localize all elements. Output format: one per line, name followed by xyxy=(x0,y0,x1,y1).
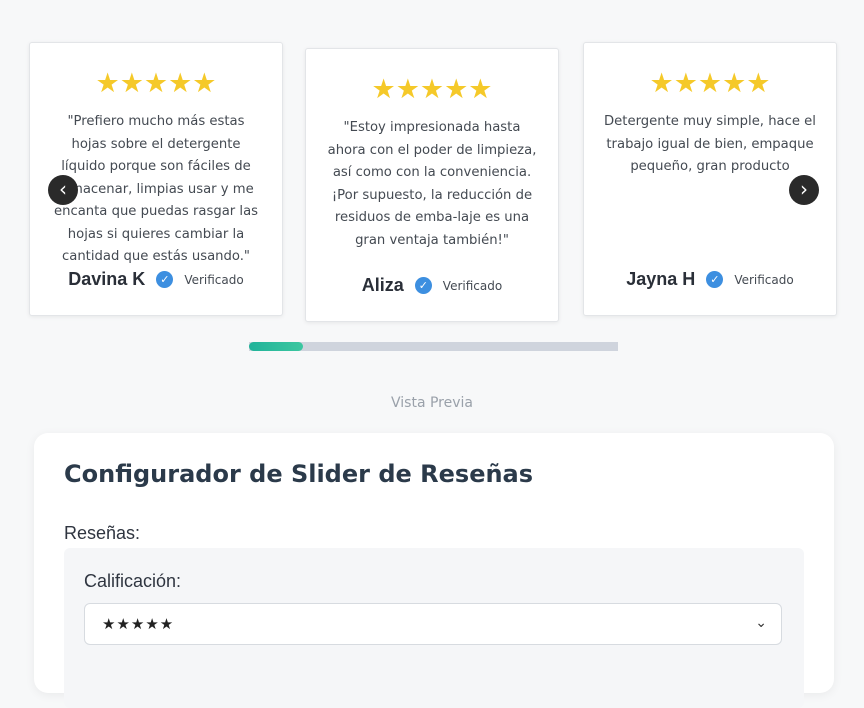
verified-check-icon: ✓ xyxy=(156,271,174,288)
review-card: ★★★★★ "Estoy impresionada hasta ahora co… xyxy=(305,48,559,322)
author-name: Aliza xyxy=(361,275,404,295)
author-name: Davina K xyxy=(68,269,146,289)
review-text: Detergente muy simple, hace el trabajo i… xyxy=(604,114,816,174)
slider-progress-fill xyxy=(249,342,303,351)
author-name: Jayna H xyxy=(626,269,696,289)
review-text: "Estoy impresionada hasta ahora con el p… xyxy=(327,120,537,248)
chevron-down-icon: ⌄ xyxy=(755,615,767,631)
rating-select[interactable]: ★★★★★ ⌄ xyxy=(84,603,782,645)
review-author: Davina K ✓ Verificado xyxy=(30,269,282,290)
star-rating: ★★★★★ xyxy=(95,68,217,99)
config-title: Configurador de Slider de Reseñas xyxy=(64,460,534,488)
next-arrow-icon[interactable]: › xyxy=(789,175,819,205)
review-author: Jayna H ✓ Verificado xyxy=(584,269,836,290)
rating-label: Calificación: xyxy=(84,571,182,591)
preview-label: Vista Previa xyxy=(391,395,473,411)
review-author: Aliza ✓ Verificado xyxy=(306,275,558,296)
review-text: "Prefiero mucho más estas hojas sobre el… xyxy=(53,114,259,264)
review-editor: Calificación: ★★★★★ ⌄ xyxy=(64,548,804,708)
reviews-label: Reseñas: xyxy=(64,523,141,543)
rating-select-value: ★★★★★ xyxy=(102,615,175,633)
verified-check-icon: ✓ xyxy=(414,277,432,294)
verified-label: Verificado xyxy=(442,278,503,293)
slider-progress-track xyxy=(249,342,618,351)
star-rating: ★★★★★ xyxy=(371,74,493,105)
verified-check-icon: ✓ xyxy=(706,271,724,288)
star-rating: ★★★★★ xyxy=(649,68,771,99)
prev-arrow-icon[interactable]: ‹ xyxy=(48,175,78,205)
verified-label: Verificado xyxy=(734,272,794,287)
config-panel: Configurador de Slider de Reseñas Reseña… xyxy=(34,433,834,708)
verified-label: Verificado xyxy=(184,272,244,287)
